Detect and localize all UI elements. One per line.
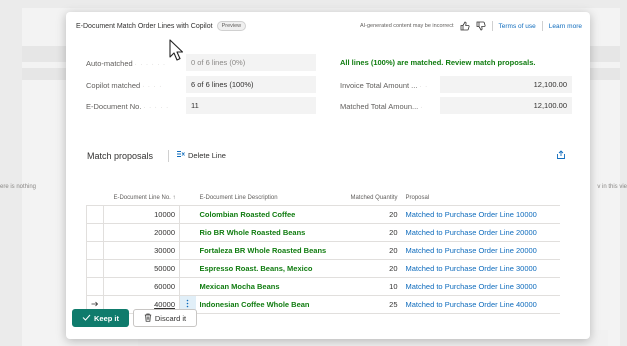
header-actions: AI-generated content may be incorrect Te…: [360, 21, 582, 31]
quantity-cell[interactable]: 20: [343, 205, 402, 224]
line-no-cell[interactable]: 50000: [103, 259, 180, 278]
table-header-row: E-Document Line No. ↑ E-Document Line De…: [87, 177, 560, 206]
column-header-line-no[interactable]: E-Document Line No. ↑: [104, 177, 180, 206]
share-icon[interactable]: [556, 150, 566, 162]
line-no-cell[interactable]: 30000: [103, 241, 180, 260]
table-row[interactable]: 50000 Espresso Roast. Beans, Mexico 20 M…: [86, 259, 560, 278]
toolbar-divider: [168, 150, 169, 162]
discard-it-button[interactable]: Discard it: [133, 309, 197, 327]
leader-dots: ·: [420, 105, 424, 111]
description-cell[interactable]: Rio BR Whole Roasted Beans: [195, 223, 344, 242]
auto-matched-label-text: Auto-matched: [86, 59, 133, 68]
background-empty-text: ere is nothing: [0, 184, 37, 190]
row-menu-cell: [179, 205, 196, 224]
match-status-message: All lines (100%) are matched. Review mat…: [340, 58, 536, 67]
row-indicator: [86, 205, 104, 224]
matched-total-label-text: Matched Total Amoun...: [340, 102, 419, 111]
invoice-total-label-text: Invoice Total Amount ...: [340, 81, 418, 90]
table-row[interactable]: 20000 Rio BR Whole Roasted Beans 20 Matc…: [86, 223, 560, 242]
column-header-description[interactable]: E-Document Line Description: [196, 177, 344, 206]
table-row[interactable]: 30000 Fortaleza BR Whole Roasted Beans 2…: [86, 241, 560, 260]
table-row[interactable]: 60000 Mexican Mocha Beans 10 Matched to …: [86, 277, 560, 296]
row-indicator-header: [87, 177, 104, 206]
delete-rows-icon: [176, 150, 185, 160]
mouse-cursor-icon: [169, 39, 184, 63]
line-no-cell[interactable]: 10000: [103, 205, 180, 224]
keep-it-button[interactable]: Keep it: [72, 309, 129, 327]
dialog-title: E-Document Match Order Lines with Copilo…: [76, 22, 213, 30]
proposal-cell[interactable]: Matched to Purchase Order Line 10000: [401, 205, 560, 224]
proposal-cell[interactable]: Matched to Purchase Order Line 20000: [401, 241, 560, 260]
invoice-total-value: 12,100.00: [440, 76, 572, 93]
copilot-match-dialog: E-Document Match Order Lines with Copilo…: [66, 12, 590, 339]
edoc-no-label: E-Document No. · · · · ·: [86, 102, 169, 111]
proposal-cell[interactable]: Matched to Purchase Order Line 30000: [401, 259, 560, 278]
thumbs-down-icon[interactable]: [476, 21, 486, 31]
background-empty-text: v in this vie: [597, 184, 627, 190]
quantity-cell[interactable]: 20: [343, 223, 402, 242]
invoice-total-label: Invoice Total Amount ... · ·: [340, 81, 428, 90]
match-proposals-title: Match proposals: [87, 151, 154, 161]
dialog-header: E-Document Match Order Lines with Copilo…: [76, 19, 582, 33]
leader-dots: · ·: [419, 84, 429, 90]
discard-it-label: Discard it: [154, 313, 187, 323]
edoc-no-value: 11: [186, 97, 316, 114]
proposal-cell[interactable]: Matched to Purchase Order Line 20000: [401, 223, 560, 242]
copilot-matched-label: Copilot matched · · · ·: [86, 81, 162, 90]
auto-matched-value: 0 of 6 lines (0%): [186, 54, 316, 71]
line-no-cell[interactable]: 60000: [103, 277, 180, 296]
match-proposals-table: E-Document Line No. ↑ E-Document Line De…: [86, 177, 560, 314]
ai-notice: AI-generated content may be incorrect: [359, 23, 454, 29]
auto-matched-label: Auto-matched · · · · · ·: [86, 59, 166, 68]
description-cell[interactable]: Colombian Roasted Coffee: [195, 205, 344, 224]
row-menu-cell: [179, 259, 196, 278]
copilot-matched-label-text: Copilot matched: [86, 81, 141, 90]
delete-line-label: Delete Line: [188, 150, 226, 160]
header-divider: [491, 21, 493, 31]
row-menu-cell: [179, 223, 196, 242]
leader-dots: · · · ·: [142, 84, 163, 90]
checkmark-icon: [82, 314, 91, 323]
proposal-cell[interactable]: Matched to Purchase Order Line 30000: [401, 277, 560, 296]
leader-dots: · · · · · ·: [134, 62, 167, 68]
delete-line-button[interactable]: Delete Line: [176, 150, 226, 160]
description-cell[interactable]: Mexican Mocha Beans: [195, 277, 344, 296]
learn-more-link[interactable]: Learn more: [549, 23, 582, 30]
terms-of-use-link[interactable]: Terms of use: [499, 23, 536, 30]
copilot-matched-value: 6 of 6 lines (100%): [186, 76, 316, 93]
quantity-cell[interactable]: 10: [343, 277, 402, 296]
row-menu-cell: [179, 241, 196, 260]
edoc-no-label-text: E-Document No.: [86, 102, 142, 111]
description-cell[interactable]: Fortaleza BR Whole Roasted Beans: [195, 241, 344, 260]
leader-dots: · · · · ·: [143, 105, 170, 111]
table-row[interactable]: 10000 Colombian Roasted Coffee 20 Matche…: [86, 205, 560, 224]
preview-badge: Preview: [216, 21, 247, 31]
matched-total-label: Matched Total Amoun... ·: [340, 102, 423, 111]
quantity-cell[interactable]: 20: [343, 241, 402, 260]
description-cell[interactable]: Espresso Roast. Beans, Mexico: [195, 259, 344, 278]
keep-it-label: Keep it: [93, 313, 119, 323]
thumbs-up-icon[interactable]: [460, 21, 470, 31]
row-indicator: [86, 277, 104, 296]
column-header-proposal[interactable]: Proposal: [402, 177, 560, 206]
row-menu-header: [180, 177, 196, 206]
dialog-footer: Keep it Discard it: [66, 305, 590, 339]
header-divider: [541, 21, 543, 31]
quantity-cell[interactable]: 20: [343, 259, 402, 278]
matched-total-value: 12,100.00: [440, 97, 572, 114]
line-no-cell[interactable]: 20000: [103, 223, 180, 242]
row-indicator: [86, 223, 104, 242]
row-indicator: [86, 241, 104, 260]
row-menu-cell: [179, 277, 196, 296]
column-header-quantity[interactable]: Matched Quantity: [344, 177, 402, 206]
row-indicator: [86, 259, 104, 278]
trash-icon: [144, 313, 152, 324]
